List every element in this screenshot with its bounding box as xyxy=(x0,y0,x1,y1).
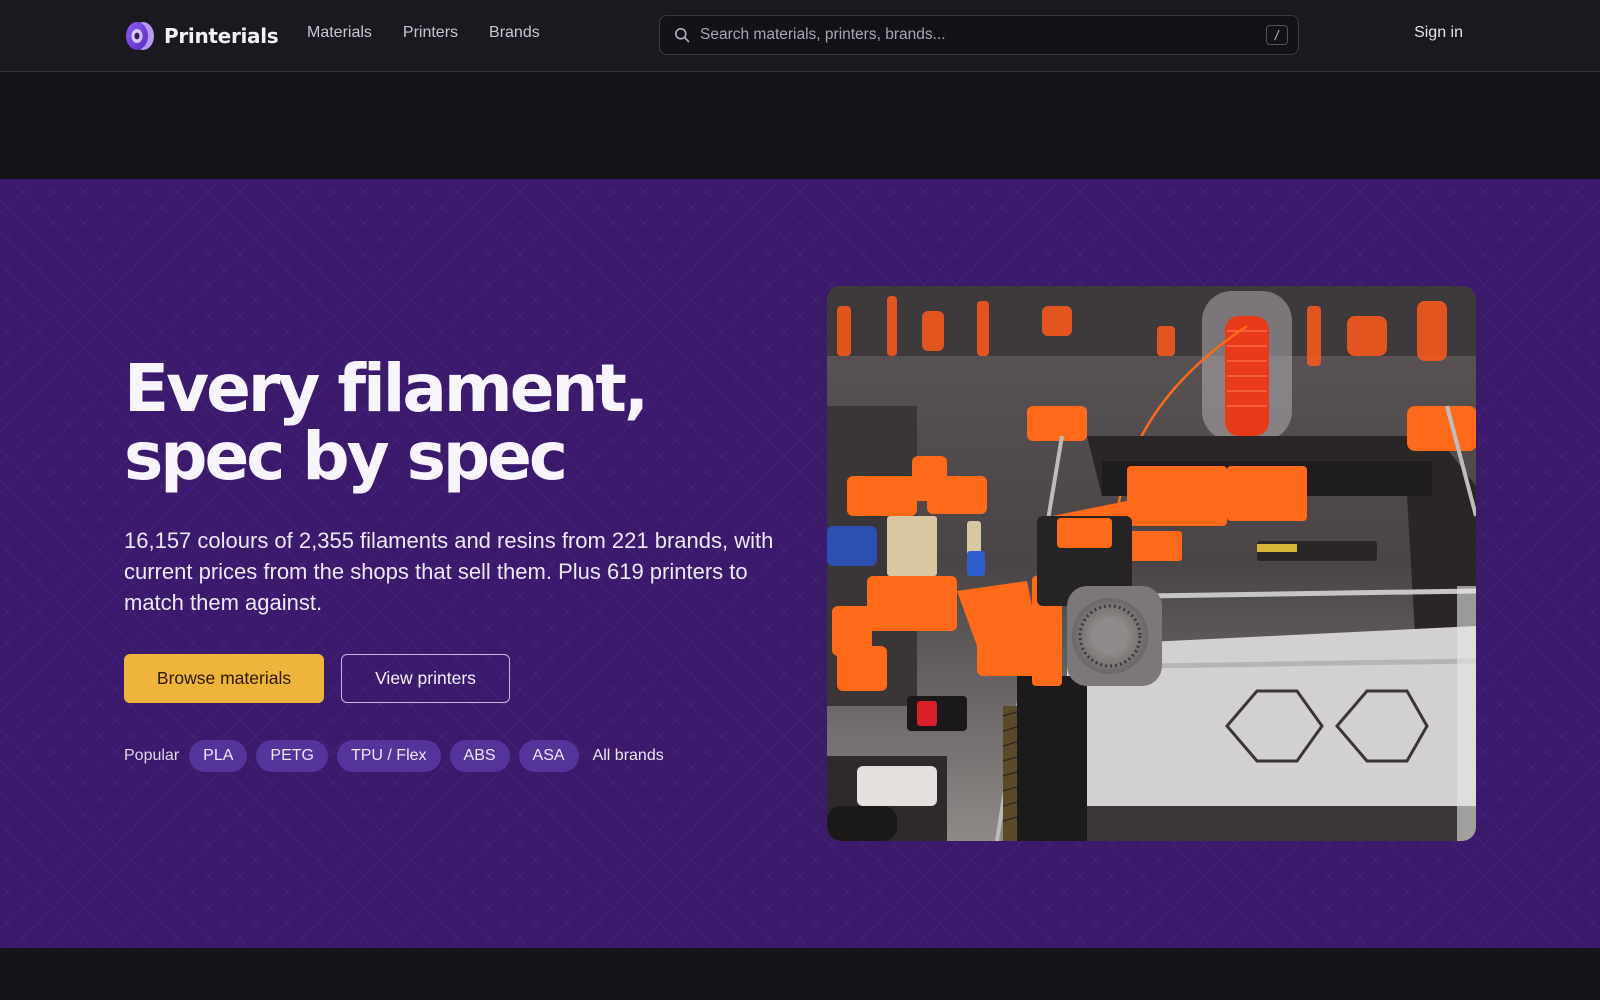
sign-in-link[interactable]: Sign in xyxy=(1414,24,1463,42)
main-nav: Materials Printers Brands xyxy=(307,24,540,42)
search-shortcut-key: / xyxy=(1266,25,1288,45)
hero-title-line-1: Every filament, xyxy=(124,350,649,427)
nav-item-printers[interactable]: Printers xyxy=(403,24,458,42)
chip-abs[interactable]: ABS xyxy=(449,740,510,772)
3d-printer-illustration xyxy=(827,286,1476,841)
view-printers-button[interactable]: View printers xyxy=(341,654,510,703)
all-brands-link[interactable]: All brands xyxy=(593,747,664,765)
nav-item-materials[interactable]: Materials xyxy=(307,24,372,42)
hero-printer-photo xyxy=(827,286,1476,841)
search-input[interactable] xyxy=(700,26,1266,44)
chip-pla[interactable]: PLA xyxy=(189,740,248,772)
hero-title: Every filament, spec by spec xyxy=(124,355,764,491)
chip-asa[interactable]: ASA xyxy=(518,740,579,772)
top-navigation-bar: Printerials Materials Printers Brands / … xyxy=(0,0,1600,72)
search-box[interactable]: / xyxy=(659,15,1299,55)
hero-title-line-2: spec by spec xyxy=(124,418,568,495)
brand-name: Printerials xyxy=(164,24,279,48)
hero-section: Every filament, spec by spec 16,157 colo… xyxy=(0,179,1600,948)
nav-item-brands[interactable]: Brands xyxy=(489,24,540,42)
chip-petg[interactable]: PETG xyxy=(256,740,328,772)
popular-label: Popular xyxy=(124,747,180,764)
chip-tpu-flex[interactable]: TPU / Flex xyxy=(336,740,441,772)
brand-logo[interactable]: Printerials xyxy=(124,19,279,53)
filament-spool-logo-icon xyxy=(126,22,154,50)
hero-description: 16,157 colours of 2,355 filaments and re… xyxy=(124,528,774,615)
popular-materials-row: Popular PLA PETG TPU / Flex ABS ASA All … xyxy=(124,740,664,772)
search-icon xyxy=(675,28,690,43)
browse-materials-button[interactable]: Browse materials xyxy=(124,654,324,703)
